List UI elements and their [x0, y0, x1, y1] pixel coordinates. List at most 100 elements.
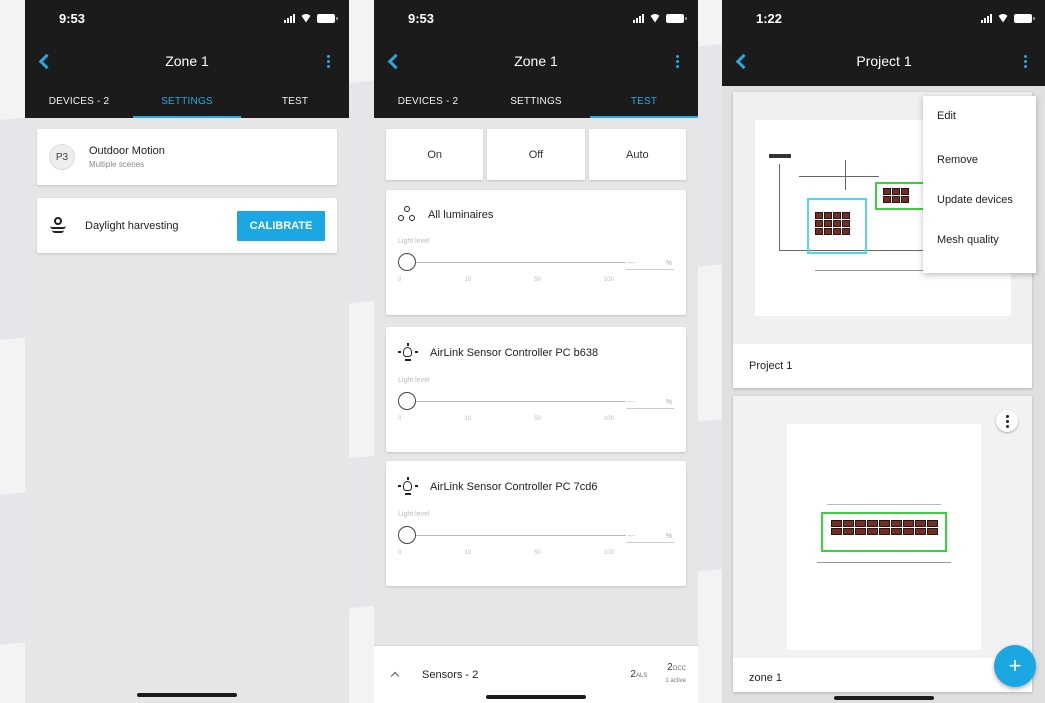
- light-level-slider[interactable]: ---%: [386, 390, 686, 414]
- daylight-sensor-icon: [49, 215, 69, 237]
- wifi-icon: [997, 14, 1009, 23]
- light-level-input[interactable]: ---%: [626, 526, 674, 543]
- floor-plan-thumbnail: [733, 396, 1032, 658]
- battery-icon: [317, 13, 338, 23]
- mode-buttons: On Off Auto: [386, 129, 686, 180]
- system-icons: [633, 13, 687, 23]
- back-button[interactable]: [384, 46, 406, 76]
- device-card-controller-b638: AirLink Sensor Controller PC b638 Light …: [386, 327, 686, 452]
- system-icons: [981, 13, 1035, 23]
- signal-icon: [284, 13, 295, 23]
- tab-devices[interactable]: DEVICES - 2: [374, 86, 482, 118]
- mode-auto-button[interactable]: Auto: [588, 129, 686, 180]
- device-header: AirLink Sensor Controller PC b638: [386, 327, 686, 363]
- mode-on-button[interactable]: On: [386, 129, 484, 180]
- status-bar: 9:53: [25, 0, 349, 36]
- calibrate-button[interactable]: CALIBRATE: [237, 210, 325, 241]
- back-button[interactable]: [35, 46, 57, 76]
- tab-bar: DEVICES - 2 SETTINGS TEST: [374, 86, 698, 118]
- more-options-button[interactable]: [666, 46, 688, 76]
- menu-item-mesh-quality[interactable]: Mesh quality: [923, 220, 1036, 260]
- light-level-slider[interactable]: ---%: [386, 251, 686, 275]
- card-more-button[interactable]: [996, 410, 1018, 432]
- floor-plan-image: [787, 424, 981, 650]
- phone-test-screen: 9:53 Zone 1 DEVICES - 2 SETTINGS TEST On…: [374, 0, 698, 703]
- app-bar: Zone 1: [374, 36, 698, 86]
- add-fab-button[interactable]: +: [994, 645, 1036, 687]
- wifi-icon: [300, 14, 312, 23]
- scene-name: Outdoor Motion: [89, 145, 165, 157]
- scene-card[interactable]: P3 Outdoor Motion Multiple scenes: [37, 129, 337, 185]
- home-indicator: [486, 695, 586, 699]
- device-name: All luminaires: [428, 209, 494, 221]
- app-bar: Project 1: [722, 36, 1045, 86]
- status-bar: 1:22: [722, 0, 1045, 36]
- test-content: On Off Auto All luminaires Light level -…: [374, 118, 698, 703]
- status-bar: 9:53: [374, 0, 698, 36]
- back-button[interactable]: [732, 46, 754, 76]
- light-level-input[interactable]: ---%: [626, 253, 674, 270]
- zone-card[interactable]: zone 1: [733, 396, 1032, 692]
- more-options-button[interactable]: [1014, 46, 1036, 76]
- tab-test[interactable]: TEST: [590, 86, 698, 118]
- battery-icon: [666, 13, 687, 23]
- device-header: AirLink Sensor Controller PC 7cd6: [386, 461, 686, 497]
- scene-subtitle: Multiple scenes: [89, 160, 145, 169]
- luminaires-icon: [398, 206, 416, 224]
- status-time: 9:53: [408, 10, 435, 26]
- menu-item-update-devices[interactable]: Update devices: [923, 180, 1036, 220]
- light-level-slider[interactable]: ---%: [386, 524, 686, 548]
- light-level-label: Light level: [398, 511, 430, 518]
- tab-devices[interactable]: DEVICES - 2: [25, 86, 133, 118]
- tab-settings[interactable]: SETTINGS: [133, 86, 241, 118]
- home-indicator: [137, 693, 237, 697]
- tab-bar: DEVICES - 2 SETTINGS TEST: [25, 86, 349, 118]
- tab-test[interactable]: TEST: [241, 86, 349, 118]
- scene-badge: P3: [49, 144, 75, 170]
- page-title: Zone 1: [514, 53, 558, 69]
- light-level-input[interactable]: ---%: [626, 392, 674, 409]
- bulb-icon: [398, 477, 418, 497]
- light-level-label: Light level: [398, 238, 430, 245]
- page-title: Project 1: [856, 53, 912, 69]
- slider-thumb[interactable]: [398, 253, 416, 271]
- wifi-icon: [649, 14, 661, 23]
- system-icons: [284, 13, 338, 23]
- chevron-up-icon: [390, 671, 400, 681]
- slider-thumb[interactable]: [398, 526, 416, 544]
- signal-icon: [981, 13, 992, 23]
- fixture-group: [831, 520, 938, 535]
- chevron-left-icon: [387, 53, 403, 69]
- status-time: 9:53: [59, 10, 86, 26]
- chevron-left-icon: [735, 53, 751, 69]
- slider-thumb[interactable]: [398, 392, 416, 410]
- chevron-left-icon: [38, 53, 54, 69]
- slider-ticks: 0 10 50 100: [398, 277, 614, 283]
- menu-item-remove[interactable]: Remove: [923, 140, 1036, 180]
- occ-active: 1 active: [665, 678, 686, 684]
- tab-settings[interactable]: SETTINGS: [482, 86, 590, 118]
- sensors-label: Sensors - 2: [422, 668, 479, 681]
- daylight-label: Daylight harvesting: [85, 219, 179, 232]
- settings-content: P3 Outdoor Motion Multiple scenes Daylig…: [25, 118, 349, 703]
- als-count: 2ALS: [630, 669, 648, 680]
- device-card-controller-7cd6: AirLink Sensor Controller PC 7cd6 Light …: [386, 461, 686, 586]
- device-header: All luminaires: [386, 190, 686, 224]
- card-label: Project 1: [749, 360, 793, 372]
- app-bar: Zone 1: [25, 36, 349, 86]
- daylight-harvesting-card: Daylight harvesting CALIBRATE: [37, 198, 337, 253]
- status-time: 1:22: [756, 10, 783, 26]
- battery-icon: [1014, 13, 1035, 23]
- more-options-button[interactable]: [317, 46, 339, 76]
- device-card-all-luminaires: All luminaires Light level ---% 0 10 50 100: [386, 190, 686, 315]
- slider-ticks: 0 10 50 100: [398, 416, 614, 422]
- context-menu: Edit Remove Update devices Mesh quality: [923, 96, 1036, 273]
- device-name: AirLink Sensor Controller PC b638: [430, 347, 599, 359]
- slider-ticks: 0 10 50 100: [398, 550, 614, 556]
- card-label: zone 1: [749, 672, 783, 684]
- signal-icon: [633, 13, 644, 23]
- mode-off-button[interactable]: Off: [487, 129, 585, 180]
- menu-item-edit[interactable]: Edit: [923, 110, 1036, 140]
- phone-settings-screen: 9:53 Zone 1 DEVICES - 2 SETTINGS TEST P3…: [25, 0, 349, 703]
- scene-text: Outdoor Motion Multiple scenes: [89, 145, 165, 169]
